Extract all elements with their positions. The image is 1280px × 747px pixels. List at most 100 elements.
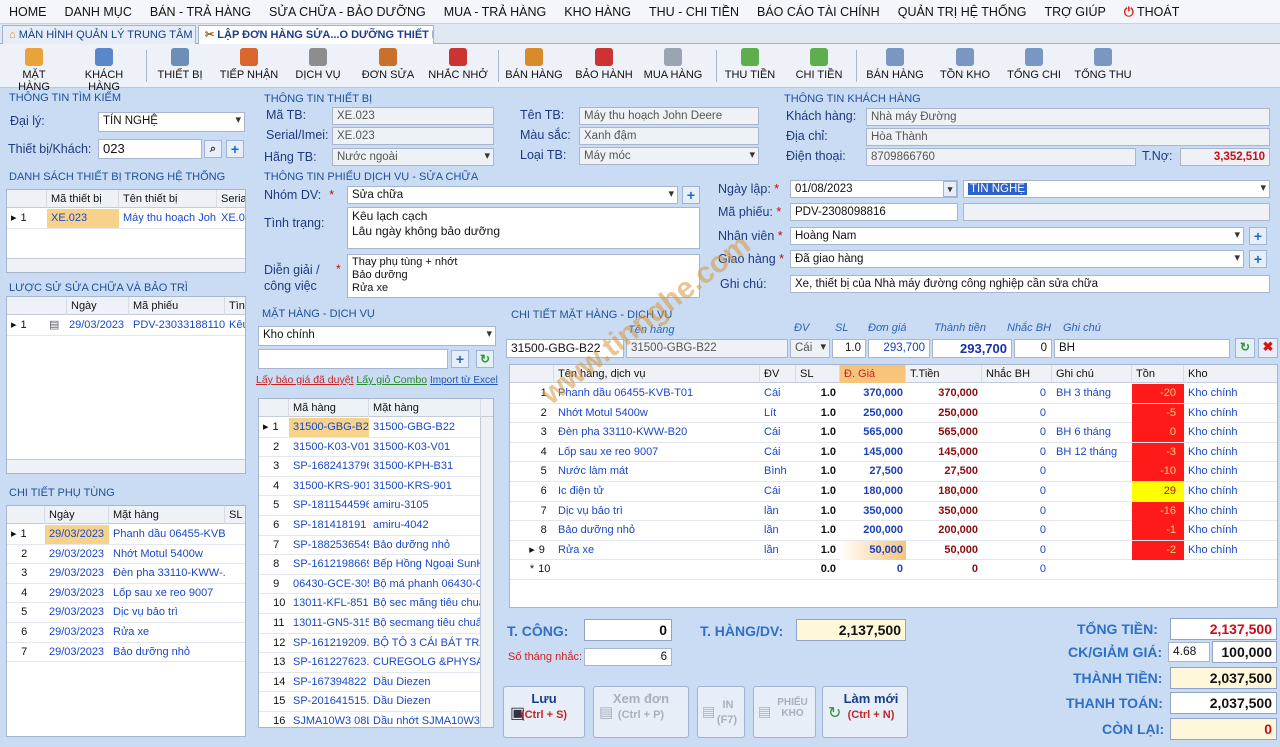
list-item[interactable]: 7 SP-1882536549 Bảo dưỡng nhỏ: [259, 536, 493, 556]
table-row[interactable]: 6 Ic điện tử Cái 1.0 180,000 180,000 0 2…: [510, 482, 1277, 502]
list-item[interactable]: 10 13011-KFL-851 Bộ sec măng tiêu chuẩn: [259, 594, 493, 614]
table-row[interactable]: * 10 0.0 0 0 0: [510, 560, 1277, 580]
table-row[interactable]: 3 29/03/2023 Đèn pha 33110-KWW-...: [7, 564, 245, 584]
warehouse-select[interactable]: Kho chính: [258, 326, 496, 346]
menu-exit[interactable]: ⏻ THOÁT: [1115, 0, 1189, 24]
list-item[interactable]: 6 SP-181418191 amiru-4042: [259, 516, 493, 536]
horizontal-scrollbar[interactable]: [7, 258, 245, 272]
toolbar-customers-button[interactable]: KHÁCH HÀNG: [70, 47, 138, 93]
toolbar-sales-button[interactable]: BÁN HÀNG: [504, 47, 564, 87]
approved-quote-link[interactable]: Lấy báo giá đã duyệt: [256, 374, 354, 386]
toolbar-expense-report-button[interactable]: TỔNG CHI: [1004, 47, 1064, 87]
view-order-button[interactable]: ▤ Xem đơn (Ctrl + P): [593, 686, 689, 738]
table-row[interactable]: 7 29/03/2023 Bảo dưỡng nhỏ: [7, 643, 245, 663]
menu-repair[interactable]: SỬA CHỮA - BẢO DƯỠNG: [260, 0, 435, 24]
list-item[interactable]: 13 SP-161227623... CUREGOLG &PHYSAN: [259, 653, 493, 673]
table-row[interactable]: 2 Nhớt Motul 5400w Lít 1.0 250,000 250,0…: [510, 403, 1277, 424]
stock-slip-button[interactable]: ▤ PHIẾU KHO: [753, 686, 816, 738]
discount-percent-input[interactable]: 4.68: [1168, 642, 1210, 662]
item-search-input[interactable]: [258, 349, 448, 369]
refresh-icon[interactable]: ↻: [476, 350, 494, 368]
toolbar-services-button[interactable]: DỊCH VỤ: [290, 47, 346, 87]
table-row[interactable]: ▸ 1 ▤ 29/03/2023 PDV-23033188110 Kêu l: [7, 316, 245, 336]
list-item[interactable]: ▸ 1 31500-GBG-B22 31500-GBG-B22: [259, 418, 493, 438]
menu-home[interactable]: HOME: [0, 0, 56, 24]
menu-admin[interactable]: QUẢN TRỊ HỆ THỐNG: [889, 0, 1036, 24]
condition-textarea[interactable]: Kêu lạch cạch Lâu ngày không bảo dưỡng: [347, 207, 700, 249]
table-row[interactable]: 5 29/03/2023 Dịc vụ bảo trì: [7, 603, 245, 623]
toolbar-reminders-button[interactable]: NHẮC NHỞ: [428, 47, 488, 87]
toolbar-warranty-button[interactable]: BẢO HÀNH: [574, 47, 634, 87]
toolbar-repair-orders-button[interactable]: ĐƠN SỬA: [360, 47, 416, 87]
discount-amount-input[interactable]: 100,000: [1212, 641, 1277, 663]
toolbar-receive-button[interactable]: TIẾP NHẬN: [218, 47, 280, 87]
ticket-code-field[interactable]: PDV-2308098816: [790, 203, 958, 221]
entry-qty-input[interactable]: 1.0: [832, 339, 866, 358]
branch-select[interactable]: TÍN NGHỆ: [963, 180, 1270, 198]
add-staff-button[interactable]: +: [1249, 227, 1267, 245]
entry-note-input[interactable]: BH: [1054, 339, 1230, 358]
refresh-button[interactable]: ↻ Làm mới (Ctrl + N): [822, 686, 908, 738]
labor-input[interactable]: 0: [584, 619, 672, 641]
table-row[interactable]: 1 Phanh dầu 06455-KVB-T01 Cái 1.0 370,00…: [510, 384, 1277, 404]
document-icon[interactable]: ▤: [45, 316, 67, 335]
menu-cash[interactable]: THU - CHI TIỀN: [640, 0, 748, 24]
table-row[interactable]: 2 29/03/2023 Nhớt Motul 5400w: [7, 545, 245, 565]
entry-price-input[interactable]: 293,700: [868, 339, 930, 358]
menu-purchase[interactable]: MUA - TRẢ HÀNG: [435, 0, 556, 24]
save-button[interactable]: ▣ Lưu (Ctrl + S): [503, 686, 585, 738]
vertical-scrollbar[interactable]: [480, 417, 493, 727]
add-device-button[interactable]: +: [226, 140, 244, 158]
toolbar-payments-button[interactable]: CHI TIỀN: [792, 47, 846, 87]
confirm-icon[interactable]: ↻: [1235, 338, 1255, 358]
horizontal-scrollbar[interactable]: [7, 459, 245, 473]
calendar-dropdown-icon[interactable]: ▾: [943, 181, 957, 197]
search-icon[interactable]: ⌕: [204, 140, 222, 158]
list-item[interactable]: 15 SP-201641515... Dầu Diezen: [259, 692, 493, 712]
list-item[interactable]: 16 SJMA10W3 08L Dầu nhớt SJMA10W3 08L: [259, 712, 493, 727]
list-item[interactable]: 2 31500-K03-V01 31500-K03-V01: [259, 438, 493, 458]
dealer-select[interactable]: TÍN NGHỆ: [98, 112, 245, 132]
table-row[interactable]: ▸ 1 XE.023 Máy thu hoạch Joh... XE.023: [7, 209, 245, 229]
table-row[interactable]: 7 Dịc vụ bảo trì lần 1.0 350,000 350,000…: [510, 501, 1277, 522]
months-input[interactable]: 6: [584, 648, 672, 666]
list-item[interactable]: 9 06430-GCE-305 Bộ má phanh 06430-GCE: [259, 575, 493, 595]
description-textarea[interactable]: Thay phụ tùng + nhớt Bảo dưỡng Rửa xe: [347, 254, 700, 298]
toolbar-income-report-button[interactable]: TỔNG THU: [1072, 47, 1134, 87]
menu-warehouse[interactable]: KHO HÀNG: [555, 0, 640, 24]
toolbar-stock-report-button[interactable]: TỒN KHO: [936, 47, 994, 87]
table-row[interactable]: 5 Nước làm mát Bình 1.0 27,500 27,500 0 …: [510, 462, 1277, 482]
delete-icon[interactable]: ✖: [1258, 338, 1278, 358]
device-type-select[interactable]: Máy móc: [579, 147, 759, 165]
combo-link[interactable]: Lấy giỏ Combo: [356, 374, 427, 386]
service-group-select[interactable]: Sửa chữa: [347, 186, 678, 204]
staff-select[interactable]: Hoàng Nam: [790, 227, 1244, 245]
table-row[interactable]: 3 Đèn pha 33110-KWW-B20 Cái 1.0 565,000 …: [510, 423, 1277, 443]
delivery-select[interactable]: Đã giao hàng: [790, 250, 1244, 268]
date-picker[interactable]: 01/08/2023: [790, 180, 958, 198]
toolbar-devices-button[interactable]: THIẾT BỊ: [152, 47, 208, 87]
entry-unit-select[interactable]: Cái: [790, 339, 830, 358]
table-row[interactable]: ▸ 1 29/03/2023 Phanh dầu 06455-KVB-...: [7, 525, 245, 545]
menu-report[interactable]: BÁO CÁO TÀI CHÍNH: [748, 0, 889, 24]
brand-select[interactable]: Nước ngoài: [332, 148, 494, 166]
import-excel-link[interactable]: Import từ Excel: [430, 375, 498, 386]
tab-repair-order[interactable]: ✂ LẬP ĐƠN HÀNG SỬA...O DƯỠNG THIẾT BỊ✕: [198, 25, 434, 44]
tab-main-screen[interactable]: ⌂ MÀN HÌNH QUẢN LÝ TRUNG TÂM✕: [2, 25, 196, 44]
list-item[interactable]: 11 13011-GN5-315 Bộ secmang tiêu chuẩn: [259, 614, 493, 634]
list-item[interactable]: 12 SP-161219209... BỘ TÔ 3 CÁI BÁT TRÀNG: [259, 634, 493, 654]
add-group-button[interactable]: +: [682, 186, 700, 204]
device-search-input[interactable]: 023: [98, 139, 202, 159]
list-item[interactable]: 8 SP-1612198669 Bếp Hồng Ngoại SunHou: [259, 555, 493, 575]
table-row[interactable]: 4 29/03/2023 Lốp sau xe reo 9007: [7, 584, 245, 604]
table-row[interactable]: 8 Bảo dưỡng nhỏ lần 1.0 200,000 200,000 …: [510, 521, 1277, 541]
entry-remind-input[interactable]: 0: [1014, 339, 1052, 358]
menu-help[interactable]: TRỢ GIÚP: [1035, 0, 1114, 24]
payment-input[interactable]: 2,037,500: [1170, 692, 1277, 714]
menu-catalog[interactable]: DANH MỤC: [56, 0, 141, 24]
toolbar-sales-report-button[interactable]: BÁN HÀNG: [864, 47, 926, 87]
list-item[interactable]: 5 SP-1811544596 amiru-3105: [259, 496, 493, 516]
toolbar-products-button[interactable]: MẶT HÀNG: [6, 47, 62, 93]
add-delivery-button[interactable]: +: [1249, 250, 1267, 268]
print-button[interactable]: ▤ IN (F7): [697, 686, 745, 738]
